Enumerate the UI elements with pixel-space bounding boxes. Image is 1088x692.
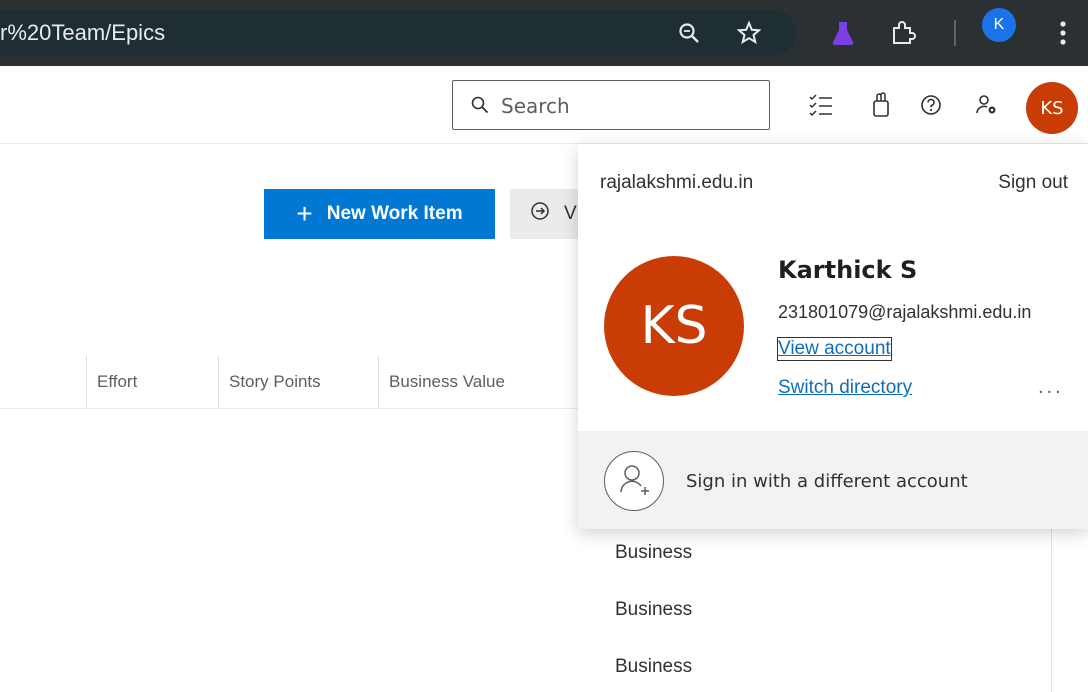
star-icon[interactable]: [732, 16, 766, 50]
sign-out-link[interactable]: Sign out: [998, 172, 1068, 194]
column-header-story-points[interactable]: Story Points: [218, 356, 378, 408]
list-item[interactable]: Business: [615, 656, 692, 678]
add-account-icon: [604, 451, 664, 511]
extension-lab-icon[interactable]: [826, 16, 860, 50]
view-account-link[interactable]: View account: [777, 337, 892, 361]
column-header-divider: [0, 408, 580, 409]
account-email: 231801079@rajalakshmi.edu.in: [778, 302, 1032, 322]
help-icon[interactable]: [916, 90, 946, 120]
browser-profile-avatar[interactable]: K: [982, 8, 1016, 42]
search-box[interactable]: [452, 80, 770, 130]
browser-toolbar: r%20Team/Epics K: [0, 0, 1088, 66]
tenant-name: rajalakshmi.edu.in: [600, 172, 754, 193]
toolbar-divider: [954, 20, 956, 46]
user-settings-icon[interactable]: [972, 90, 1002, 120]
list-item[interactable]: Business: [615, 599, 692, 621]
new-work-item-label: New Work Item: [326, 203, 463, 224]
column-header-business-value[interactable]: Business Value: [378, 356, 578, 408]
search-icon: [471, 96, 489, 114]
address-url[interactable]: r%20Team/Epics: [0, 10, 165, 56]
puzzle-icon[interactable]: [886, 16, 920, 50]
plus-icon: +: [296, 198, 313, 229]
search-input[interactable]: [501, 89, 761, 123]
account-flyout: rajalakshmi.edu.in Sign out KS Karthick …: [578, 144, 1088, 529]
account-name: Karthick S: [778, 256, 918, 284]
user-avatar-button[interactable]: KS: [1026, 82, 1078, 134]
task-list-icon[interactable]: [806, 90, 836, 120]
sign-in-different-account-button[interactable]: Sign in with a different account: [578, 431, 1088, 529]
list-item[interactable]: Business: [615, 542, 692, 564]
zoom-icon[interactable]: [672, 16, 706, 50]
arrow-circle-icon: [530, 201, 550, 227]
column-header-effort[interactable]: Effort: [86, 356, 218, 408]
account-avatar: KS: [604, 256, 744, 396]
new-work-item-button[interactable]: + New Work Item: [264, 189, 495, 239]
app-header: KS: [0, 66, 1088, 144]
switch-directory-link[interactable]: Switch directory: [778, 377, 912, 399]
view-label: V: [564, 203, 577, 224]
menu-kebab-icon[interactable]: [1046, 16, 1080, 50]
sign-in-different-label: Sign in with a different account: [686, 471, 968, 492]
more-options-icon[interactable]: ...: [1038, 376, 1064, 399]
marketplace-bag-icon[interactable]: [866, 90, 896, 120]
